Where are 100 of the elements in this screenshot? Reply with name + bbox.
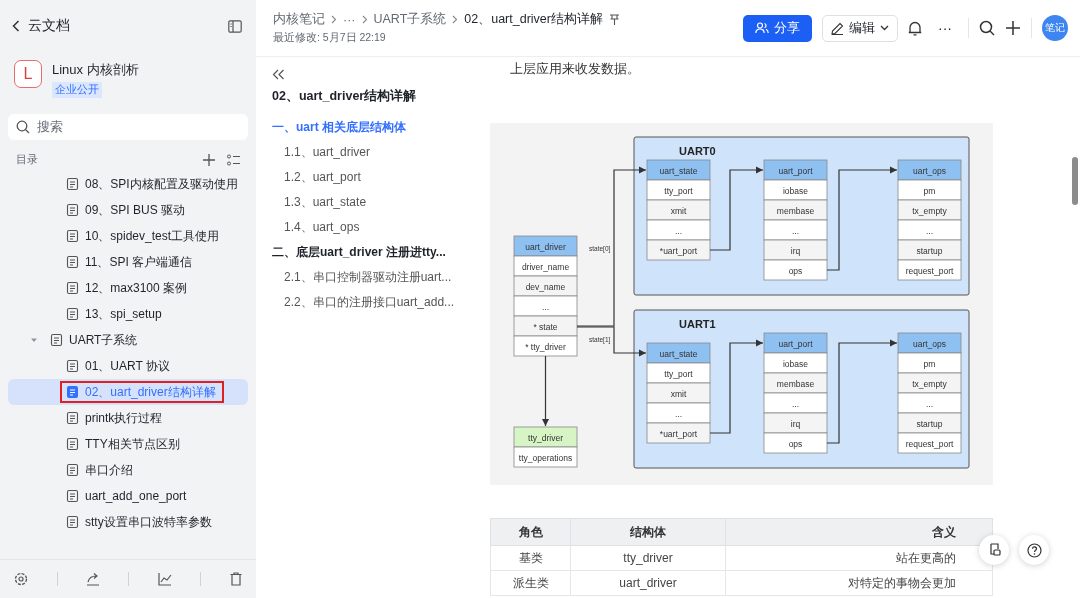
struct-header: uart_driver — [513, 235, 578, 257]
connector-arrow — [541, 355, 550, 427]
tree-item[interactable]: 11、SPI 客户端通信 — [8, 249, 248, 275]
help-icon — [1026, 542, 1042, 558]
struct-field: * state — [513, 315, 578, 337]
breadcrumb-link[interactable]: UART子系统 — [373, 11, 447, 28]
struct-header: uart_port — [763, 159, 828, 181]
struct-field: ... — [646, 402, 711, 424]
list-icon[interactable] — [227, 153, 240, 166]
chevron-icon — [331, 15, 337, 24]
plus-icon[interactable] — [203, 153, 215, 166]
breadcrumb-link[interactable]: ··· — [343, 12, 356, 27]
struct-field: tty_port — [646, 179, 711, 201]
scrollbar-thumb[interactable] — [1072, 157, 1078, 205]
struct-header: tty_driver — [513, 426, 578, 448]
outline-subheading[interactable]: 2.2、串口的注册接口uart_add... — [272, 290, 490, 315]
tree-item[interactable]: printk执行过程 — [8, 405, 248, 431]
comment-button[interactable] — [979, 535, 1009, 565]
tree-item[interactable]: 13、spi_setup — [8, 301, 248, 327]
tree-item[interactable]: uart_add_one_port — [8, 483, 248, 509]
tree-item[interactable]: stty设置串口波特率参数 — [8, 509, 248, 535]
edit-button[interactable]: 编辑 — [822, 14, 898, 42]
struct-field: * tty_driver — [513, 335, 578, 357]
struct-field: tty_operations — [513, 446, 578, 468]
tree-item[interactable]: UART子系统 — [8, 327, 248, 353]
column-header: 角色 — [490, 518, 571, 546]
struct-field: tx_empty — [897, 372, 962, 394]
struct-field: ... — [897, 219, 962, 241]
document-icon — [66, 255, 79, 269]
pin-icon[interactable] — [608, 13, 620, 26]
caret-icon — [880, 25, 889, 31]
struct-field: request_port — [897, 259, 962, 281]
pencil-icon — [831, 21, 844, 35]
chart-icon[interactable] — [157, 572, 172, 586]
struct-field: ... — [763, 219, 828, 241]
document-icon — [66, 437, 79, 451]
back-icon[interactable] — [12, 20, 20, 32]
more-button[interactable]: ··· — [932, 15, 958, 41]
tree-item[interactable]: 08、SPI内核配置及驱动使用 — [8, 171, 248, 197]
struct-field: pm — [897, 179, 962, 201]
struct-field: *uart_port — [646, 239, 711, 261]
outline-subheading[interactable]: 2.1、串口控制器驱动注册uart... — [272, 265, 490, 290]
tree-item[interactable]: 10、spidev_test工具使用 — [8, 223, 248, 249]
outline-subheading[interactable]: 1.2、uart_port — [272, 165, 490, 190]
search-field[interactable]: 搜索 — [8, 114, 248, 140]
document-icon — [66, 281, 79, 295]
tree-item[interactable]: 09、SPI BUS 驱动 — [8, 197, 248, 223]
table-cell: 派生类 — [490, 570, 571, 596]
paragraph: 上层应用来收发数据。 — [509, 60, 641, 78]
outline-subheading[interactable]: 1.4、uart_ops — [272, 215, 490, 240]
breadcrumb-link[interactable]: 02、uart_driver结构详解 — [464, 11, 603, 28]
trash-icon[interactable] — [229, 572, 242, 586]
visibility-badge: 企业公开 — [52, 82, 102, 98]
sidebar-toggle-icon[interactable] — [228, 19, 242, 33]
group-title: UART1 — [679, 318, 716, 330]
struct-header: uart_state — [646, 342, 711, 364]
tree-item[interactable]: 01、UART 协议 — [8, 353, 248, 379]
struct-field: xmit — [646, 199, 711, 221]
chevron-icon — [361, 15, 368, 24]
struct-field: *uart_port — [646, 422, 711, 444]
space-logo: L — [14, 60, 42, 88]
struct-field: ... — [763, 392, 828, 414]
outline-subheading[interactable]: 1.3、uart_state — [272, 190, 490, 215]
breadcrumb-link[interactable]: 内核笔记 — [273, 11, 325, 28]
document-icon — [50, 333, 63, 347]
struct-field: iobase — [763, 179, 828, 201]
share-button[interactable]: 分享 — [743, 14, 812, 42]
caret-icon[interactable] — [30, 336, 38, 344]
struct-field: tx_empty — [897, 199, 962, 221]
search-icon[interactable] — [979, 20, 995, 36]
help-button[interactable] — [1019, 535, 1049, 565]
outline-heading[interactable]: 二、底层uart_driver 注册进tty... — [272, 240, 490, 265]
document-icon — [66, 411, 79, 425]
bell-icon[interactable] — [908, 20, 922, 36]
document-icon — [66, 229, 79, 243]
struct-field: ... — [646, 219, 711, 241]
avatar[interactable]: 笔记 — [1042, 15, 1068, 41]
struct-field: iobase — [763, 352, 828, 374]
struct-header: uart_ops — [897, 332, 962, 354]
document-icon — [66, 385, 79, 399]
column-header: 含义 — [725, 518, 993, 546]
share-icon[interactable] — [86, 572, 101, 586]
struct-field: xmit — [646, 382, 711, 404]
outline-heading[interactable]: 一、uart 相关底层结构体 — [272, 115, 490, 140]
plus-icon[interactable] — [1005, 20, 1021, 36]
struct-field: membase — [763, 372, 828, 394]
document-icon — [66, 177, 79, 191]
struct-field: ops — [763, 432, 828, 454]
table-cell: tty_driver — [570, 545, 726, 571]
back-link[interactable]: 云文档 — [12, 17, 220, 35]
settings-icon[interactable] — [14, 572, 29, 586]
struct-field: startup — [897, 239, 962, 261]
struct-field: membase — [763, 199, 828, 221]
tree-item[interactable]: 12、max3100 案例 — [8, 275, 248, 301]
document-icon — [66, 489, 79, 503]
tree-item[interactable]: TTY相关节点区别 — [8, 431, 248, 457]
tree-item[interactable]: 串口介绍 — [8, 457, 248, 483]
collapse-icon[interactable] — [272, 69, 285, 80]
outline-subheading[interactable]: 1.1、uart_driver — [272, 140, 490, 165]
table-cell: 对特定的事物会更加 — [725, 570, 993, 596]
